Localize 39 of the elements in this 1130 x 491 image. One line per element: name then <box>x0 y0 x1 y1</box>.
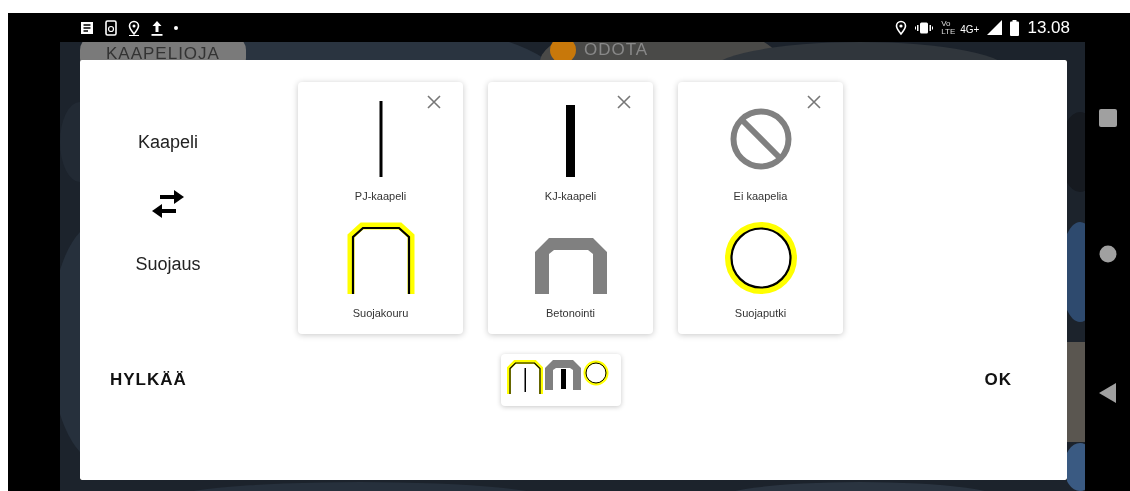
location-icon <box>128 19 140 36</box>
channel-icon <box>346 222 415 294</box>
home-icon[interactable] <box>1098 245 1117 263</box>
volte-label: Vo <box>941 19 952 28</box>
clock: 13.08 <box>1027 17 1070 38</box>
cable-label: KJ-kaapeli <box>543 190 598 204</box>
prohibited-icon <box>729 108 792 170</box>
volte-label: LTE <box>941 27 956 36</box>
upload-icon <box>151 19 163 36</box>
recents-icon[interactable] <box>1098 109 1117 127</box>
ok-button[interactable]: OK <box>984 370 1012 390</box>
cable-label: Ei kaapelia <box>732 190 789 204</box>
network-label: 4G+ <box>960 23 980 35</box>
dot-icon <box>174 25 178 30</box>
protection-label: Suojakouru <box>351 307 410 321</box>
cancel-button[interactable]: HYLKÄÄ <box>110 370 187 390</box>
message-icon <box>80 20 94 35</box>
bar-icon <box>566 105 575 177</box>
phone-sync-icon <box>105 19 117 36</box>
line-icon <box>378 101 383 177</box>
vibrate-icon <box>915 21 934 34</box>
ring-icon <box>724 222 797 294</box>
option-card[interactable]: KJ-kaapeli Betonointi <box>488 82 653 334</box>
close-button[interactable] <box>427 95 441 109</box>
close-button[interactable] <box>617 95 631 109</box>
protection-label: Betonointi <box>545 307 596 321</box>
back-icon[interactable] <box>1099 383 1116 403</box>
cable-label: PJ-kaapeli <box>353 190 408 204</box>
location-icon <box>895 19 908 36</box>
arch-icon <box>534 238 607 294</box>
protection-heading: Suojaus <box>135 254 201 275</box>
option-card[interactable]: Ei kaapelia Suojaputki <box>678 82 843 334</box>
protection-label: Suojaputki <box>733 307 788 321</box>
close-button[interactable] <box>807 95 821 109</box>
swap-icon[interactable] <box>150 190 186 218</box>
option-card[interactable]: PJ-kaapeli Suojakouru <box>298 82 463 334</box>
cable-heading: Kaapeli <box>137 132 198 153</box>
battery-icon <box>1010 19 1020 36</box>
signal-icon <box>987 20 1003 35</box>
